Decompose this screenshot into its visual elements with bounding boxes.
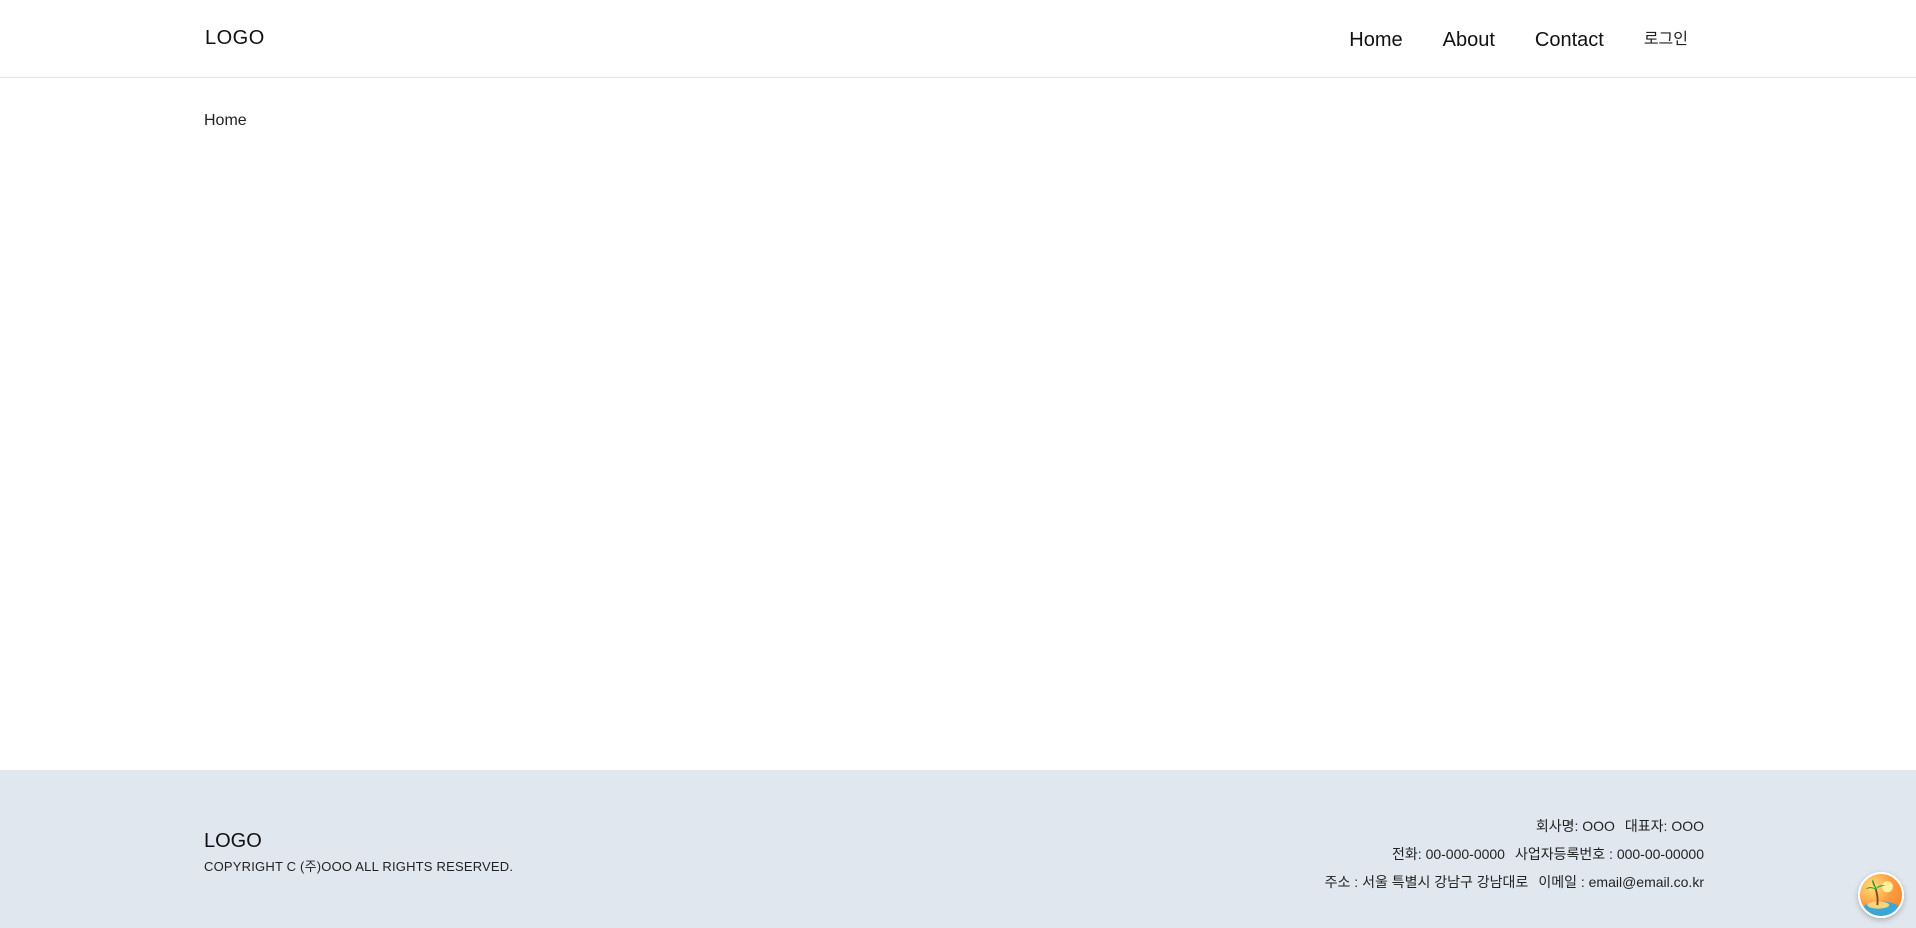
site-header: LOGO Home About Contact 로그인 [0,0,1916,78]
company-email: 이메일 : email@email.co.kr [1538,874,1704,890]
footer-logo: LOGO [204,830,262,852]
company-info-line-3: 주소 : 서울 특별시 강남구 강남대로 이메일 : email@email.co… [1325,868,1704,896]
main-content: Home [0,78,1916,770]
header-logo[interactable]: LOGO [205,27,265,50]
company-name: 회사명: OOO [1535,818,1615,834]
nav-contact-link[interactable]: Contact [1535,26,1604,54]
company-ceo: 대표자: OOO [1624,818,1704,834]
island-palm-icon [1862,879,1900,916]
floating-widget-button[interactable] [1858,872,1904,918]
breadcrumb: Home [204,112,247,129]
main-nav: Home About Contact 로그인 [1309,26,1688,54]
company-address: 주소 : 서울 특별시 강남구 강남대로 [1324,874,1529,890]
company-business-number: 사업자등록번호 : 000-00-00000 [1514,846,1704,862]
company-info-line-2: 전화: 00-000-0000 사업자등록번호 : 000-00-00000 [1325,840,1704,868]
company-info: 회사명: OOO 대표자: OOO 전화: 00-000-0000 사업자등록번호 … [1325,812,1704,896]
nav-about-link[interactable]: About [1443,26,1495,54]
page: LOGO Home About Contact 로그인 Home LOGO CO… [0,0,1916,928]
nav-login-link[interactable]: 로그인 [1644,26,1688,54]
company-phone: 전화: 00-000-0000 [1392,846,1505,862]
site-footer: LOGO COPYRIGHT C (주)OOO ALL RIGHTS RESER… [0,770,1916,928]
footer-copyright: COPYRIGHT C (주)OOO ALL RIGHTS RESERVED. [204,859,514,874]
nav-home-link[interactable]: Home [1349,26,1402,54]
company-info-line-1: 회사명: OOO 대표자: OOO [1325,812,1704,840]
